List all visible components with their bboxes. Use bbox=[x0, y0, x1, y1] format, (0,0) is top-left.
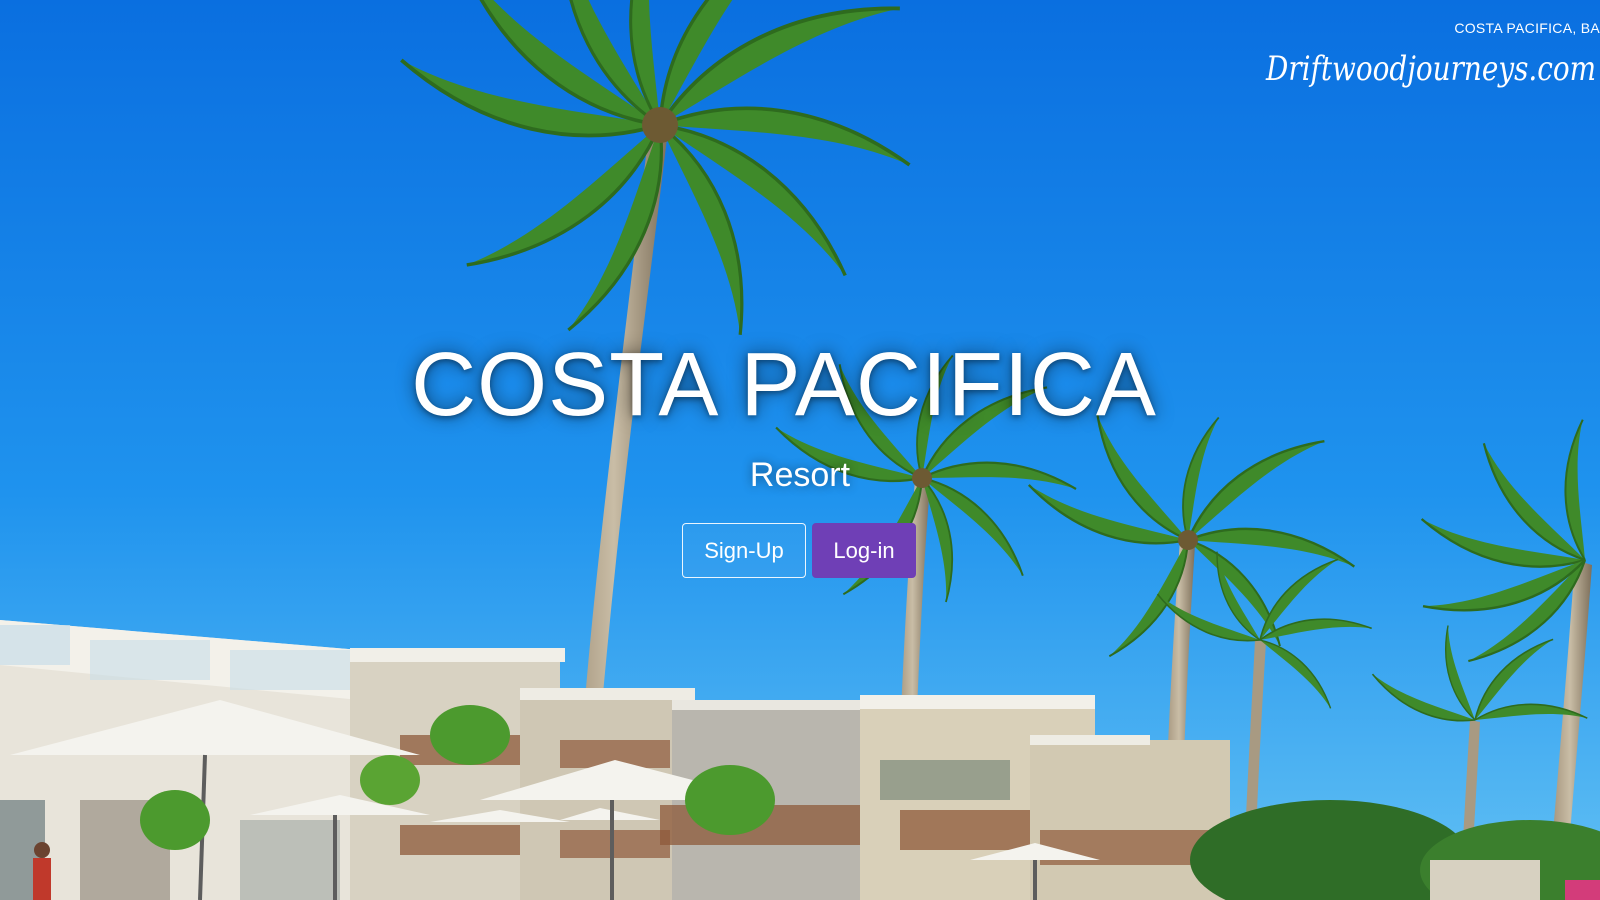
svg-text:Driftwoodjourneys.com: Driftwoodjourneys.com bbox=[1265, 49, 1596, 89]
watermark: COSTA PACIFICA, BA Driftwoodjourneys.com bbox=[1220, 18, 1600, 98]
driftwood-journeys-logo: Driftwoodjourneys.com bbox=[1265, 49, 1596, 89]
watermark-caption: COSTA PACIFICA, BA bbox=[1454, 20, 1600, 36]
page-subtitle: Resort bbox=[749, 456, 851, 494]
page-title: COSTA PACIFICA bbox=[411, 335, 1157, 435]
auth-button-group: Sign-Up Log-in bbox=[0, 523, 1599, 578]
signup-button[interactable]: Sign-Up bbox=[682, 523, 806, 578]
hero-content: COSTA PACIFICA Resort Sign-Up Log-in bbox=[0, 340, 1600, 578]
login-button[interactable]: Log-in bbox=[812, 523, 916, 578]
